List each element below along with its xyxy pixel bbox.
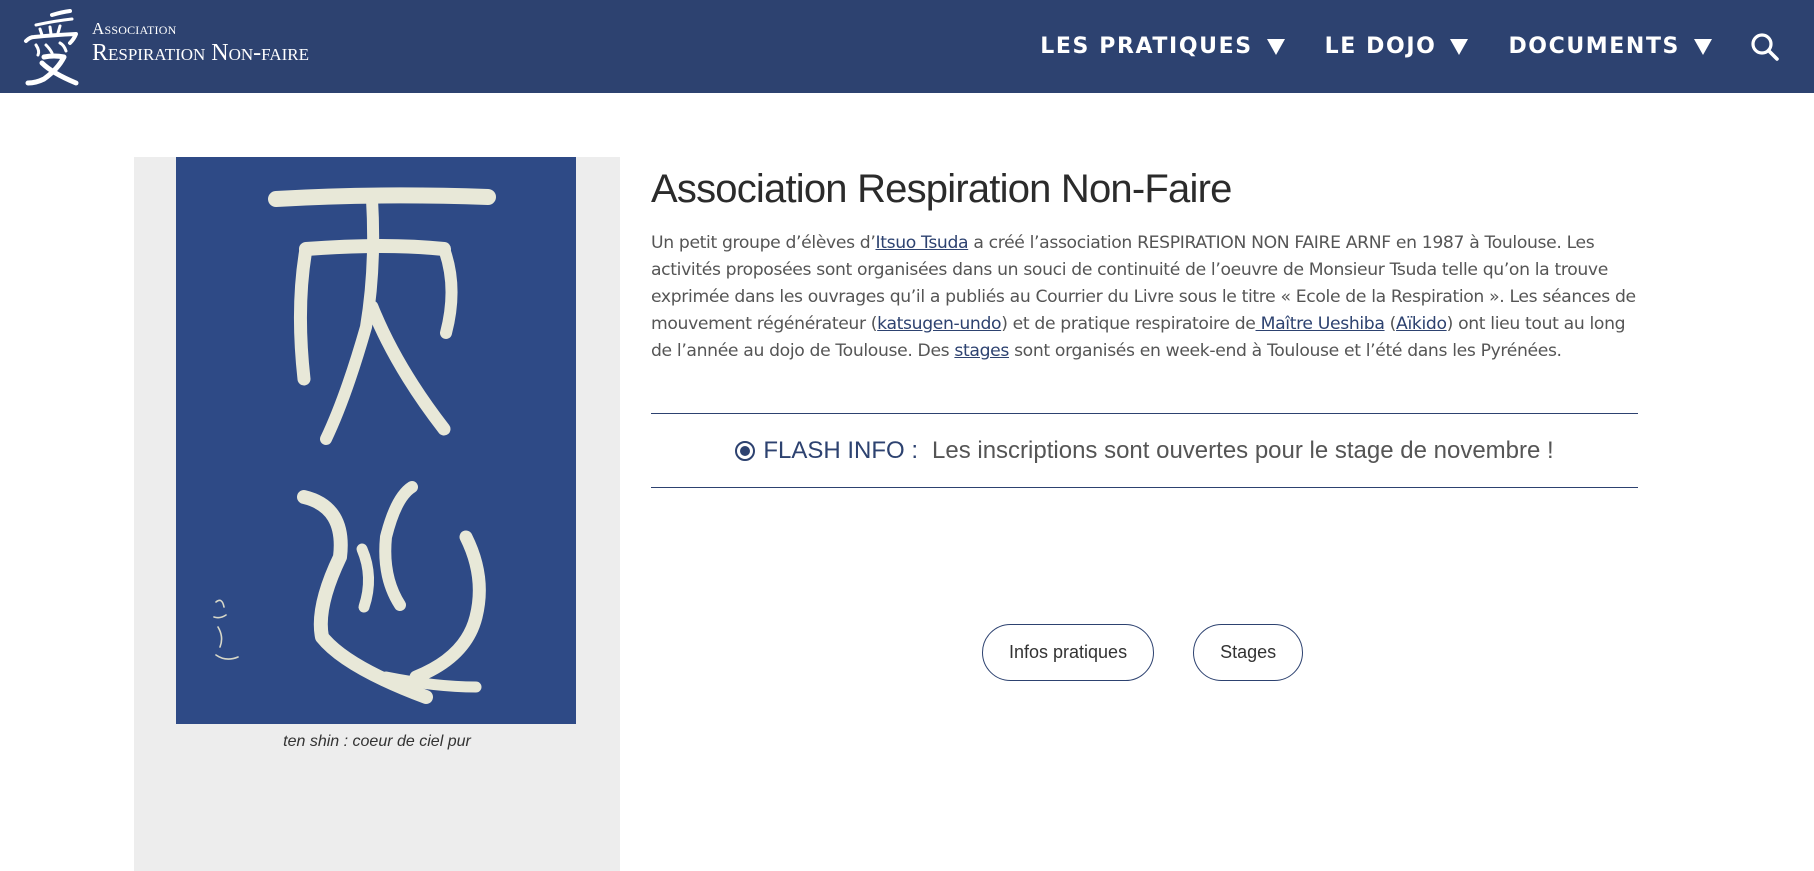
intro-text: ) et de pratique respiratoire de <box>1001 314 1256 334</box>
image-caption: ten shin : coeur de ciel pur <box>283 733 471 750</box>
caret-down-icon <box>1450 38 1469 55</box>
intro-paragraph: Un petit groupe d’élèves d’Itsuo Tsuda a… <box>651 230 1638 365</box>
calligraphy-image <box>176 157 576 724</box>
flash-info-label: FLASH INFO : <box>763 436 918 464</box>
nav-le-dojo[interactable]: LE DOJO <box>1325 34 1469 59</box>
logo-line-name: Respiration Non-faire <box>92 40 310 66</box>
main-content: Association Respiration Non-Faire Un pet… <box>651 157 1638 488</box>
link-maitre-ueshiba[interactable]: Maître Ueshiba <box>1256 314 1385 334</box>
caret-down-icon <box>1694 38 1712 55</box>
link-aikido[interactable]: Aïkido <box>1396 314 1447 334</box>
link-katsugen-undo[interactable]: katsugen-undo <box>877 314 1001 334</box>
action-buttons: Infos pratiques Stages <box>982 624 1304 681</box>
nav-les-pratiques-label: LES PRATIQUES <box>1040 34 1253 59</box>
stages-button[interactable]: Stages <box>1193 624 1304 681</box>
infos-pratiques-button[interactable]: Infos pratiques <box>982 624 1155 681</box>
link-stages[interactable]: stages <box>954 341 1009 361</box>
caret-down-icon <box>1266 38 1285 55</box>
flash-info-text: Les inscriptions sont ouvertes pour le s… <box>932 436 1554 464</box>
intro-text: ( <box>1384 314 1397 334</box>
nav-les-pratiques[interactable]: LES PRATIQUES <box>1040 34 1285 59</box>
radio-bullet-icon <box>735 440 756 461</box>
intro-text: Un petit groupe d’élèves d’ <box>651 233 876 253</box>
link-itsuo-tsuda[interactable]: Itsuo Tsuda <box>875 233 968 253</box>
main-nav: LES PRATIQUES LE DOJO DOCUMENTS <box>1000 0 1780 93</box>
flash-info-banner: FLASH INFO : Les inscriptions sont ouver… <box>651 413 1638 488</box>
site-logo[interactable]: Association Respiration Non-faire <box>14 0 309 93</box>
page-title: Association Respiration Non-Faire <box>651 167 1232 211</box>
intro-text: sont organisés en week-end à Toulouse et… <box>1008 341 1562 361</box>
nav-documents[interactable]: DOCUMENTS <box>1508 34 1712 59</box>
nav-le-dojo-label: LE DOJO <box>1324 34 1437 59</box>
logo-text: Association Respiration Non-faire <box>92 20 309 65</box>
logo-line-association: Association <box>92 19 177 38</box>
site-header: Association Respiration Non-faire LES PR… <box>0 0 1814 93</box>
sidebar-image-panel: ten shin : coeur de ciel pur <box>134 157 620 871</box>
search-icon[interactable] <box>1750 32 1780 62</box>
nav-documents-label: DOCUMENTS <box>1508 34 1680 59</box>
kanji-ai-icon <box>24 8 79 85</box>
